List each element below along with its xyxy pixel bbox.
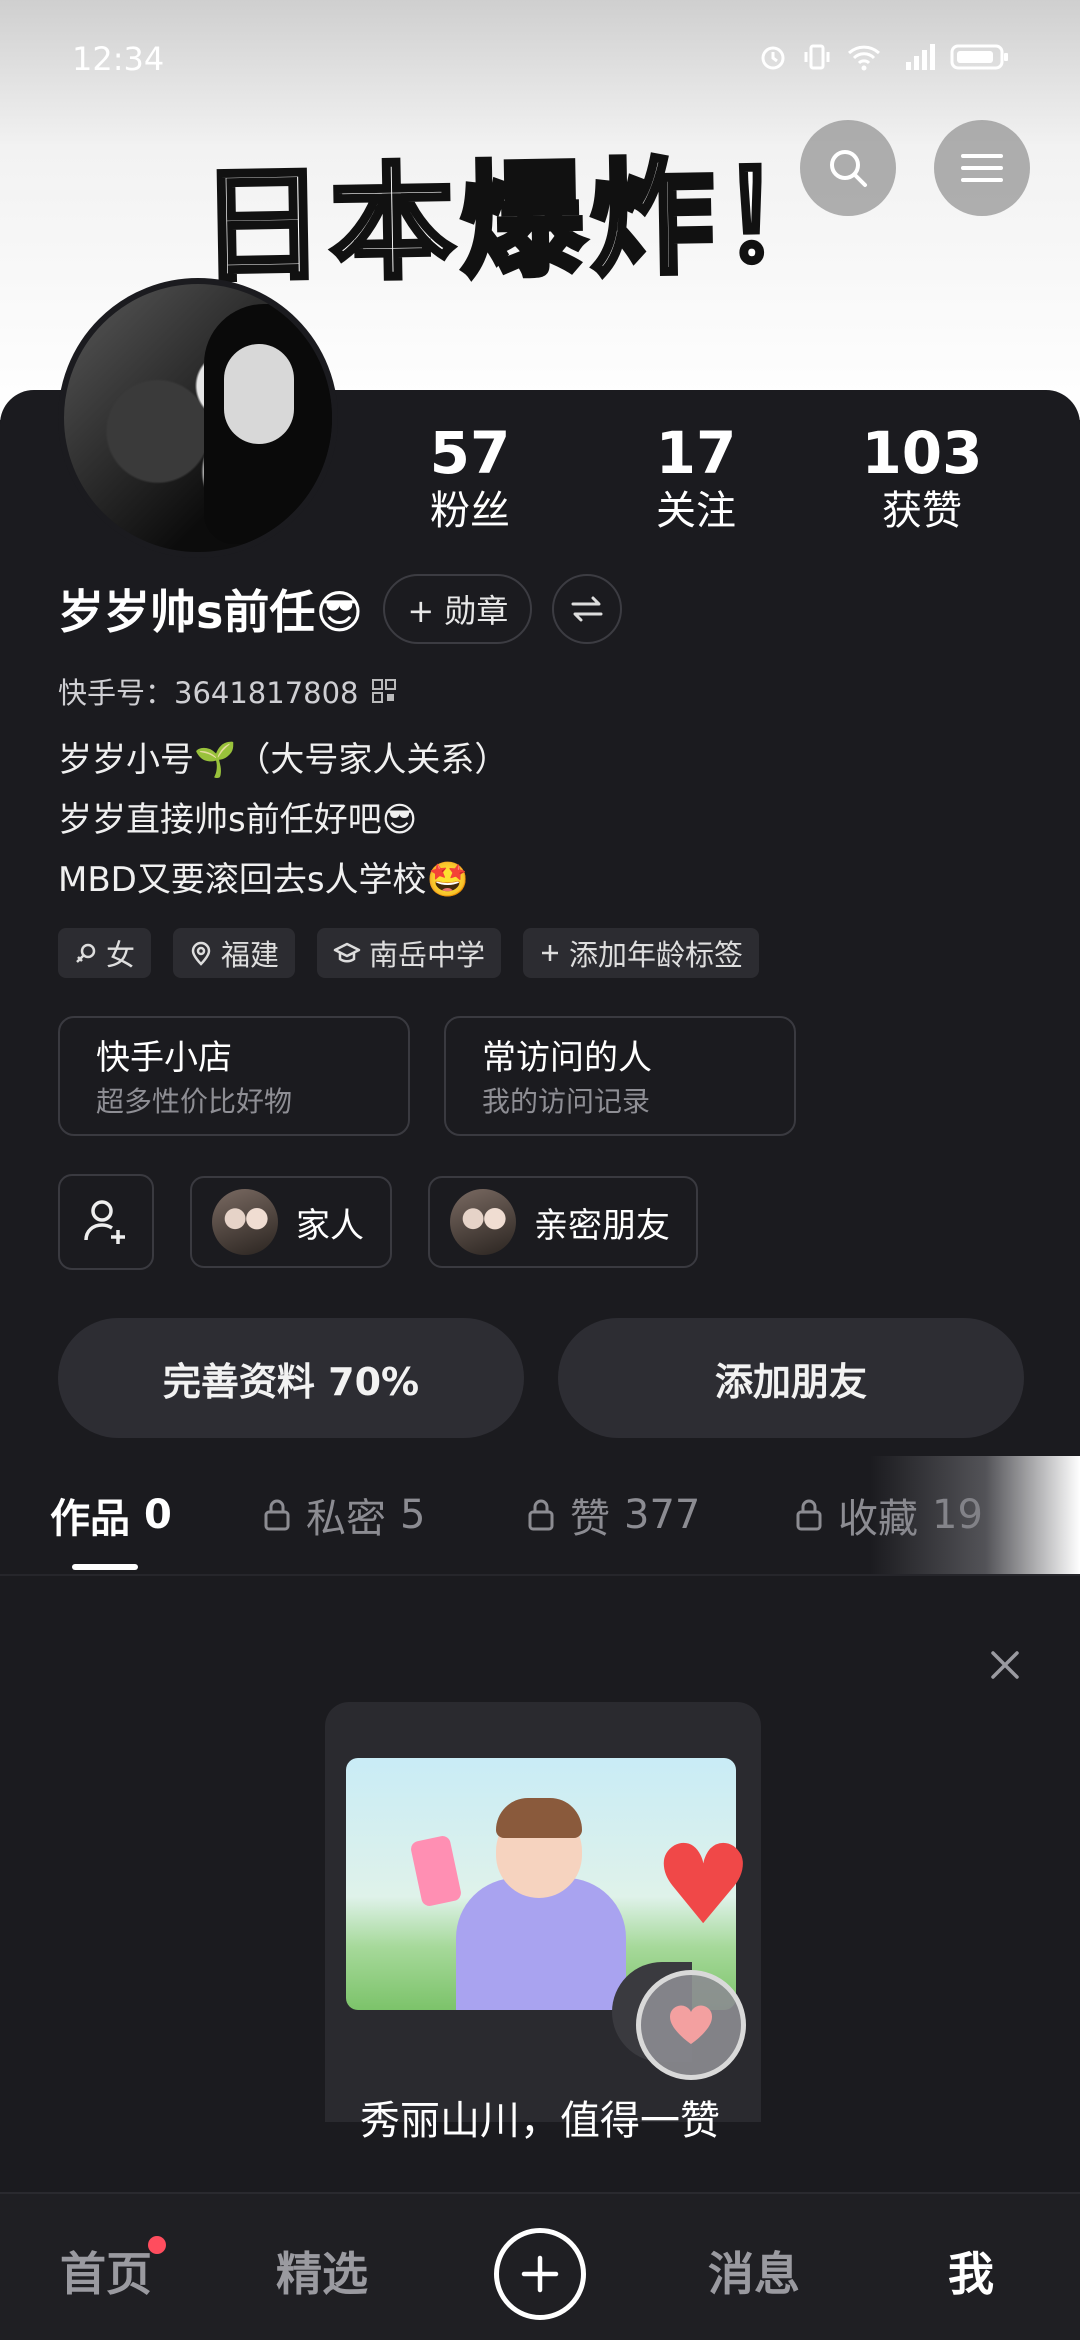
- search-button[interactable]: [800, 120, 896, 216]
- lock-icon: [264, 1499, 290, 1531]
- banner-title: 日本爆炸！: [197, 142, 854, 302]
- qr-code-icon: [371, 679, 396, 703]
- search-icon: [830, 150, 867, 187]
- tag-add-age[interactable]: 添加年龄标签: [523, 928, 760, 978]
- group-family[interactable]: 家人: [190, 1176, 392, 1268]
- plus-icon: [521, 2255, 559, 2293]
- kuaishou-id: 快手号：3641817808: [58, 676, 359, 710]
- switch-arrows-icon: [571, 596, 603, 622]
- stat-followers[interactable]: 57 粉丝: [410, 420, 530, 536]
- stat-likes[interactable]: 103 获赞: [852, 420, 992, 536]
- bio-line: MBD又要滚回去s人学校🤩: [58, 860, 469, 900]
- tab-works[interactable]: 作品 0: [50, 1486, 172, 1544]
- bio-line: 岁岁小号🌱（大号家人关系）: [58, 740, 509, 780]
- bottom-nav: 首页 精选 消息 我: [0, 2192, 1080, 2340]
- nav-home[interactable]: 首页: [60, 2238, 152, 2304]
- complete-profile-button[interactable]: 完善资料 70%: [58, 1318, 524, 1438]
- tag-gender[interactable]: 女: [58, 928, 152, 978]
- nav-messages[interactable]: 消息: [708, 2238, 800, 2304]
- vibrate-icon: [804, 44, 830, 70]
- profile-avatar[interactable]: [58, 278, 338, 558]
- tab-liked[interactable]: 赞 377: [526, 1486, 700, 1544]
- menu-button[interactable]: [934, 120, 1030, 216]
- add-friend-button[interactable]: 添加朋友: [558, 1318, 1024, 1438]
- name-row: 岁岁帅s前任😎 + 勋章: [58, 574, 623, 644]
- hamburger-menu-icon: [961, 154, 1003, 182]
- add-user-icon: [84, 1200, 125, 1244]
- female-icon: [76, 943, 96, 963]
- username: 岁岁帅s前任😎: [58, 585, 364, 639]
- battery-icon: [950, 44, 1008, 70]
- group-close-friends[interactable]: 亲密朋友: [428, 1176, 698, 1268]
- status-bar: 12:34: [0, 0, 1080, 120]
- lock-icon: [528, 1499, 554, 1531]
- status-time: 12:34: [72, 40, 165, 78]
- empty-state-text: 秀丽山川，值得一赞: [360, 2098, 720, 2144]
- tabs-scroll-fade: [870, 1456, 1080, 1574]
- stat-following[interactable]: 17 关注: [636, 420, 756, 536]
- signal-icon: [906, 44, 935, 70]
- wifi-icon: [847, 45, 881, 71]
- add-badge-button[interactable]: + 勋章: [383, 574, 533, 644]
- like-button[interactable]: [636, 1970, 746, 2080]
- alarm-icon: [761, 46, 785, 70]
- avatar: [212, 1189, 278, 1255]
- tab-private[interactable]: 私密 5: [262, 1486, 425, 1544]
- close-button[interactable]: [980, 1640, 1030, 1690]
- lock-icon: [796, 1499, 822, 1531]
- switch-account-button[interactable]: [552, 574, 623, 644]
- plus-icon: [542, 945, 559, 961]
- bio-line: 岁岁直接帅s前任好吧😎: [58, 800, 418, 840]
- kuaishou-id-row[interactable]: 快手号：3641817808: [58, 670, 397, 712]
- school-icon: [333, 942, 361, 963]
- avatar: [450, 1189, 516, 1255]
- shop-entry[interactable]: 快手小店 超多性价比好物: [58, 1016, 410, 1136]
- notification-dot: [148, 2236, 166, 2254]
- tag-school[interactable]: 南岳中学: [317, 928, 502, 978]
- nav-me[interactable]: 我: [948, 2238, 994, 2304]
- location-icon: [191, 941, 211, 966]
- create-button[interactable]: [494, 2228, 586, 2320]
- friend-groups-row: 家人 亲密朋友: [58, 1174, 698, 1270]
- close-icon: [991, 1651, 1019, 1679]
- nav-featured[interactable]: 精选: [276, 2238, 368, 2304]
- bio: 岁岁小号🌱（大号家人关系） 岁岁直接帅s前任好吧😎 MBD又要滚回去s人学校🤩: [58, 730, 508, 910]
- heart-icon: [669, 2005, 713, 2044]
- status-icons: [758, 42, 1010, 72]
- heart-icon: ♥: [654, 1821, 753, 1949]
- profile-tags: 女 福建 南岳中学 添加年龄标签: [58, 928, 760, 978]
- tag-location[interactable]: 福建: [173, 928, 296, 978]
- active-tab-indicator: [72, 1564, 138, 1570]
- add-friend-icon-button[interactable]: [58, 1174, 154, 1270]
- visitors-entry[interactable]: 常访问的人 我的访问记录: [444, 1016, 796, 1136]
